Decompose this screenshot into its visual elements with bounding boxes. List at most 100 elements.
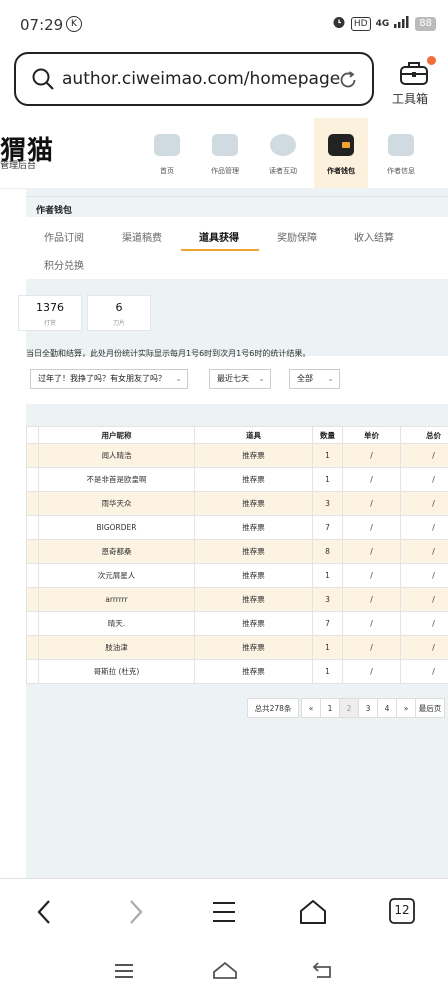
cell-total: / <box>400 587 448 612</box>
cell-nickname: arrrrrr <box>38 587 195 612</box>
book-select-value: 过年了！我挣了吗？有女朋友了吗？ <box>38 374 166 383</box>
tab-count: 12 <box>394 903 410 917</box>
range-select[interactable]: 最近七天 ⌄ <box>209 369 271 389</box>
nav-wallet-label: 作者钱包 <box>327 167 355 175</box>
cell-unit-price: / <box>342 443 401 468</box>
cell-unit-price: / <box>342 539 401 564</box>
cell-prop: 推荐票 <box>194 563 313 588</box>
header-total: 总价 <box>400 426 448 444</box>
cell-nickname: 哥斯拉 (杜克) <box>38 659 195 684</box>
table-row: arrrrrr 推荐票 3// <box>26 587 448 612</box>
cell-quantity: 1 <box>312 635 343 660</box>
network-label: 4G <box>375 18 390 29</box>
cell-quantity: 1 <box>312 563 343 588</box>
header-spacer <box>26 426 39 444</box>
pagination-next[interactable]: » <box>396 698 416 718</box>
row-spacer-cell <box>26 587 39 612</box>
clock: 07:29 <box>20 16 64 34</box>
panel-title-bar <box>26 197 448 217</box>
recent-apps-icon[interactable] <box>113 962 135 984</box>
chevron-down-icon: ⌄ <box>327 374 334 383</box>
nav-author-info-label: 作者信息 <box>387 167 415 175</box>
toolbox-button[interactable]: 工具箱 <box>386 56 444 110</box>
stat-tips: 1376 打赏 <box>18 295 82 331</box>
address-bar[interactable]: author.ciweimao.com/homepage <box>14 52 374 106</box>
url-text[interactable]: author.ciweimao.com/homepage <box>62 69 340 89</box>
pagination-page[interactable]: 3 <box>358 698 378 718</box>
cell-prop: 推荐票 <box>194 659 313 684</box>
cell-prop: 推荐票 <box>194 611 313 636</box>
cell-unit-price: / <box>342 515 401 540</box>
header-prop: 道具 <box>194 426 313 444</box>
status-bar: 07:29 K HD 4G 88 <box>0 0 448 50</box>
cell-nickname: BIGORDER <box>38 515 195 540</box>
book-icon <box>212 134 238 156</box>
stat-blades-label: 刀片 <box>112 320 125 327</box>
type-select[interactable]: 全部 ⌄ <box>289 369 340 389</box>
cell-quantity: 7 <box>312 611 343 636</box>
site-logo-subtitle: 管理后台 <box>0 161 37 171</box>
row-spacer-cell <box>26 563 39 588</box>
cell-quantity: 3 <box>312 587 343 612</box>
tab-points-exchange[interactable]: 积分兑换 <box>44 257 84 272</box>
cell-prop: 推荐票 <box>194 515 313 540</box>
forward-icon[interactable] <box>120 897 150 927</box>
table-row: 哥斯拉 (杜克) 推荐票 1// <box>26 659 448 684</box>
nav-works[interactable]: 作品管理 <box>198 118 252 188</box>
cell-total: / <box>400 515 448 540</box>
pagination-prev[interactable]: « <box>301 698 321 718</box>
nav-author-info[interactable]: 作者信息 <box>374 118 428 188</box>
cell-unit-price: / <box>342 635 401 660</box>
cell-quantity: 8 <box>312 539 343 564</box>
cell-quantity: 7 <box>312 515 343 540</box>
type-select-value: 全部 <box>297 374 313 383</box>
cell-total: / <box>400 659 448 684</box>
book-select[interactable]: 过年了！我挣了吗？有女朋友了吗？ ⌄ <box>30 369 188 389</box>
pagination-last[interactable]: 最后页 <box>415 698 445 718</box>
props-table: 用户昵称 道具 数量 单价 总价 闻人晴浩 推荐票 1// 不是非首是欧皇啊 推荐票 1/… <box>26 426 448 684</box>
cell-total: / <box>400 563 448 588</box>
table-row: 肢油津 推荐票 1// <box>26 635 448 660</box>
pagination-page[interactable]: 4 <box>377 698 397 718</box>
cell-quantity: 1 <box>312 443 343 468</box>
status-indicators: HD 4G 88 <box>332 15 436 32</box>
system-home-icon[interactable] <box>212 960 238 984</box>
table-row: 恩奇都桑 推荐票 8// <box>26 539 448 564</box>
id-card-icon <box>388 134 414 156</box>
tab-channel-royalties[interactable]: 渠道稿费 <box>122 229 162 244</box>
tab-income-settlement[interactable]: 收入结算 <box>354 229 394 244</box>
tab-props-received[interactable]: 道具获得 <box>199 229 239 244</box>
site-header: 猬猫 管理后台 首页 作品管理 读者互动 作者钱包 作者信息 <box>0 118 448 189</box>
nav-wallet[interactable]: 作者钱包 <box>314 118 368 188</box>
header-unit-price: 单价 <box>342 426 401 444</box>
cell-nickname: 恩奇都桑 <box>38 539 195 564</box>
stat-tips-value: 1376 <box>36 301 64 314</box>
system-navigation-bar <box>0 944 448 999</box>
home-icon[interactable] <box>298 897 328 927</box>
active-tab-indicator <box>181 249 259 251</box>
pagination-page[interactable]: 1 <box>320 698 340 718</box>
nav-home[interactable]: 首页 <box>140 118 194 188</box>
cell-nickname: 次元屑星人 <box>38 563 195 588</box>
pagination: 总共278条 « 1 2 3 4 » 最后页 <box>247 698 445 718</box>
browser-toolbar: 12 <box>0 878 448 945</box>
cell-nickname: 晴天. <box>38 611 195 636</box>
cell-nickname: 雨华天众 <box>38 491 195 516</box>
table-row: 次元屑星人 推荐票 1// <box>26 563 448 588</box>
cell-total: / <box>400 539 448 564</box>
tabs-button[interactable]: 12 <box>388 897 418 927</box>
tab-reward-guarantee[interactable]: 奖励保障 <box>277 229 317 244</box>
row-spacer-cell <box>26 443 39 468</box>
system-back-icon[interactable] <box>312 961 334 983</box>
notification-dot <box>427 56 436 65</box>
home-nav-icon <box>154 134 180 156</box>
reload-icon[interactable] <box>338 70 358 90</box>
cell-prop: 推荐票 <box>194 635 313 660</box>
nav-readers[interactable]: 读者互动 <box>256 118 310 188</box>
menu-icon[interactable] <box>209 897 239 927</box>
header-nickname: 用户昵称 <box>38 426 195 444</box>
tab-subscriptions[interactable]: 作品订阅 <box>44 229 84 244</box>
back-icon[interactable] <box>30 897 60 927</box>
header-quantity: 数量 <box>312 426 343 444</box>
pagination-page-current[interactable]: 2 <box>339 698 359 718</box>
